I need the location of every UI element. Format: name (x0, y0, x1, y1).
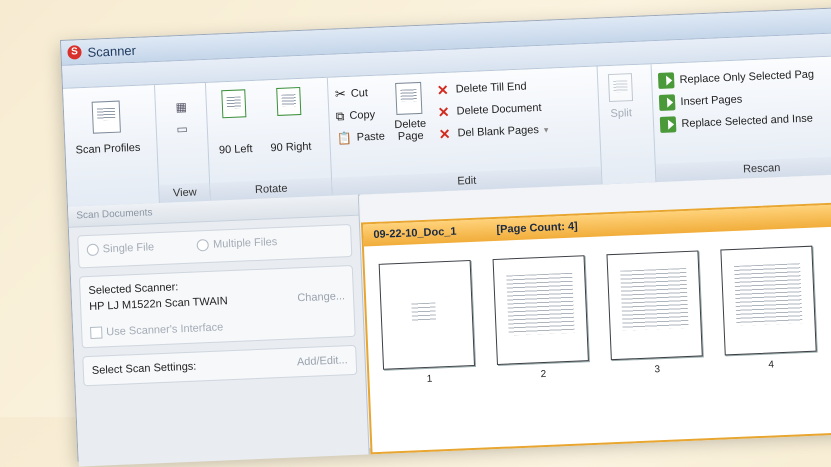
paste-icon: 📋 (336, 130, 353, 146)
page-icon: ▭ (176, 121, 189, 137)
scanner-box: Selected Scanner: HP LJ M1522n Scan TWAI… (78, 264, 356, 349)
file-mode-box: Single File Multiple Files (77, 223, 353, 269)
page-number: 4 (768, 359, 775, 371)
page-thumbnail[interactable]: 1 (378, 259, 476, 387)
scan-profiles-icon (92, 100, 122, 134)
rotate-right-icon (276, 86, 302, 116)
scan-profiles-button[interactable]: Scan Profiles (70, 98, 145, 159)
group-label-view: View (159, 182, 211, 203)
chevron-down-icon: ▾ (543, 124, 549, 135)
page-image (378, 259, 476, 370)
cut-button[interactable]: ✂ Cut (335, 82, 384, 106)
scissors-icon: ✂ (334, 86, 347, 102)
page-image (720, 245, 817, 356)
scan-settings-box: Select Scan Settings: Add/Edit... (82, 344, 358, 387)
selected-scanner-value: HP LJ M1522n Scan TWAIN (88, 295, 228, 314)
document-container: 09-22-10_Doc_1 [Page Count: 4] 1 2 3 4 (360, 201, 831, 455)
page-thumbnail[interactable]: 3 (606, 250, 703, 377)
document-view: 09-22-10_Doc_1 [Page Count: 4] 1 2 3 4 (359, 173, 831, 455)
split-button[interactable]: Split (603, 71, 637, 122)
delete-blank-pages-icon: ✕ (438, 125, 451, 142)
select-scan-settings-label: Select Scan Settings: (91, 360, 197, 377)
delete-page-icon (395, 81, 423, 115)
page-number: 1 (426, 373, 433, 385)
group-scan-profiles: Scan Profiles (63, 85, 161, 207)
scan-documents-panel: Scan Documents Single File Multiple File… (67, 194, 370, 467)
del-blank-pages-button[interactable]: ✕ Del Blank Pages ▾ (436, 119, 549, 146)
page-number: 3 (654, 364, 661, 376)
insert-pages-icon (659, 94, 676, 111)
view-single-page-button[interactable]: ▭ (163, 117, 202, 141)
page-number: 2 (540, 368, 547, 381)
group-split: Split (597, 64, 657, 185)
change-scanner-link[interactable]: Change... (297, 290, 345, 304)
copy-icon: ⧉ (335, 108, 345, 124)
single-file-radio[interactable]: Single File (86, 241, 154, 257)
view-thumbnails-button[interactable]: ▦ (162, 95, 201, 119)
paste-button[interactable]: 📋 Paste (336, 125, 386, 149)
page-thumbnail[interactable]: 2 (492, 255, 590, 382)
delete-till-end-icon: ✕ (436, 81, 449, 98)
page-thumbnails: 1 2 3 4 (364, 225, 831, 405)
rotate-left-icon (221, 89, 247, 119)
page-image (606, 250, 703, 361)
replace-and-insert-icon (660, 116, 677, 133)
use-scanner-interface-checkbox[interactable]: Use Scanner's Interface (90, 316, 346, 339)
group-edit: ✂ Cut ⧉ Copy 📋 Paste Delete Page ✕ Delet… (328, 66, 603, 196)
split-icon (607, 73, 633, 103)
add-edit-link[interactable]: Add/Edit... (297, 354, 348, 368)
group-view: ▦ ▭ View (155, 82, 212, 203)
group-rescan: Replace Only Selected Pag Insert Pages R… (652, 55, 831, 183)
rotate-left-button[interactable]: 90 Left (212, 87, 257, 159)
page-thumbnail[interactable]: 4 (720, 245, 817, 373)
app-icon: S (67, 45, 82, 60)
replace-icon (658, 72, 675, 89)
radio-icon (86, 243, 100, 257)
page-image (492, 255, 589, 365)
thumbnails-icon: ▦ (175, 99, 188, 115)
copy-button[interactable]: ⧉ Copy (335, 104, 384, 128)
radio-icon (196, 238, 210, 252)
rotate-right-button[interactable]: 90 Right (264, 84, 316, 156)
scanner-window: S Scanner Scan Profiles ▦ ▭ View 90 Left… (60, 6, 831, 467)
multiple-files-radio[interactable]: Multiple Files (196, 236, 278, 252)
page-count: [Page Count: 4] (496, 220, 578, 236)
checkbox-icon (90, 326, 103, 339)
group-rotate: 90 Left 90 Right Rotate (206, 77, 334, 201)
delete-document-icon: ✕ (437, 103, 450, 120)
document-name: 09-22-10_Doc_1 (373, 225, 457, 242)
window-title: Scanner (87, 42, 137, 60)
